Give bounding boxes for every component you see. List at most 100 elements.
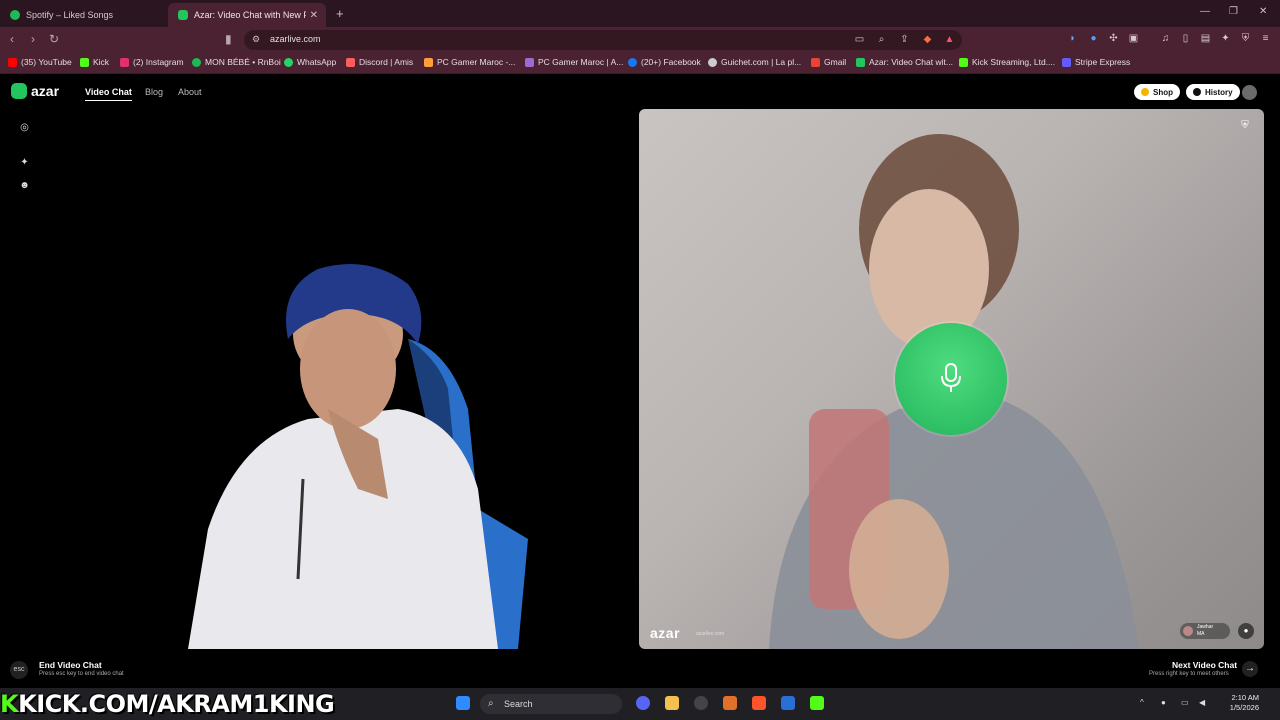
nav-about[interactable]: About — [178, 87, 202, 97]
tab-spotify[interactable]: Spotify – Liked Songs — [0, 3, 168, 27]
bookmark-item[interactable]: (20+) Facebook — [628, 57, 701, 67]
back-icon[interactable]: ‹ — [10, 32, 14, 46]
report-shield-icon[interactable]: ⛨ — [1238, 119, 1252, 133]
mic-tray-icon[interactable]: ● — [1161, 698, 1166, 707]
brave-icon[interactable] — [752, 696, 766, 710]
obs-icon[interactable] — [694, 696, 708, 710]
menu-icon[interactable]: ≡ — [1260, 33, 1271, 44]
end-hint: Press esc key to end video chat — [39, 671, 124, 677]
network-icon[interactable]: ▭ — [1181, 698, 1189, 707]
extensions-icon[interactable]: ✣ — [1108, 33, 1119, 44]
volume-icon[interactable]: ◀ — [1199, 698, 1205, 707]
close-window-icon[interactable]: ✕ — [1259, 6, 1267, 17]
shop-button[interactable]: Shop — [1134, 84, 1180, 100]
file-explorer-icon[interactable] — [665, 696, 679, 710]
discord-icon — [346, 57, 355, 67]
self-camera-feed — [188, 264, 528, 649]
reload-icon[interactable]: ↻ — [49, 32, 59, 46]
cast-icon[interactable]: ▭ — [854, 34, 865, 45]
peer-info-badge[interactable]: Jawhar MA — [1180, 623, 1230, 639]
sticker-icon[interactable]: ☻ — [19, 180, 30, 191]
profile-avatar[interactable] — [1242, 85, 1257, 100]
windows-start-icon[interactable] — [456, 696, 470, 710]
taskbar-clock[interactable]: 2:10 AM 1/5/2026 — [1219, 693, 1259, 713]
bookmark-item[interactable]: Azar: Video Chat wit... — [856, 57, 953, 67]
tab-search-icon[interactable]: ▤ — [1200, 33, 1211, 44]
kick-icon — [959, 57, 968, 67]
bookmark-item[interactable]: Guichet.com | La pl... — [708, 57, 801, 67]
bookmark-item[interactable]: Gmail — [811, 57, 846, 67]
microphone-button[interactable] — [895, 323, 1007, 435]
bookmark-item[interactable]: Discord | Amis — [346, 57, 413, 67]
effects-icon[interactable]: ✦ — [19, 157, 30, 168]
bookmark-item[interactable]: Stripe Express — [1062, 57, 1130, 67]
kick-url-text: KICK.COM/AKRAM1KING — [18, 690, 335, 718]
bookmark-label: Guichet.com | La pl... — [721, 57, 802, 67]
media-icon[interactable]: ♫ — [1160, 33, 1171, 44]
bookmark-label: Azar: Video Chat wit... — [869, 57, 953, 67]
azar-logo[interactable]: azar — [11, 83, 59, 99]
azar-logo-text: azar — [31, 83, 60, 99]
bookmark-label: (20+) Facebook — [641, 57, 701, 67]
search-icon: ⌕ — [488, 698, 494, 709]
new-tab-button[interactable]: + — [336, 6, 344, 21]
bookmark-item[interactable]: (35) YouTube — [8, 57, 72, 67]
bookmark-item[interactable]: (2) Instagram — [120, 57, 184, 67]
brave-rewards-icon[interactable]: ▲ — [944, 34, 955, 45]
search-placeholder: Search — [504, 699, 533, 709]
history-button[interactable]: History — [1186, 84, 1240, 100]
tab-azar[interactable]: Azar: Video Chat with New Pe ✕ — [168, 3, 326, 27]
chat-icon[interactable]: ● — [1238, 623, 1254, 639]
taskbar-search[interactable]: ⌕ Search — [480, 694, 622, 714]
facebook-icon — [628, 57, 637, 67]
bookmark-item[interactable]: Kick — [80, 57, 109, 67]
browser-toolbar: ‹ › ↻ ▮ ⚙ azarlive.com ▭ ⌕ ⇪ ◆ ▲ ◗ ● ✣ ▣… — [0, 27, 1280, 53]
video-chat-footer: esc End Video Chat Press esc key to end … — [0, 651, 1280, 687]
history-label: History — [1205, 87, 1233, 97]
extension-icon[interactable]: ◗ — [1067, 33, 1078, 44]
esc-key-button[interactable]: esc — [10, 661, 28, 679]
sidebar-icon[interactable]: ▯ — [1180, 33, 1191, 44]
end-video-chat-button[interactable]: End Video Chat — [39, 660, 102, 670]
bookmark-label: Kick Streaming, Ltd.... — [972, 57, 1056, 67]
minimize-icon[interactable]: — — [1200, 6, 1210, 17]
azar-icon — [856, 57, 865, 67]
guichet-icon — [708, 57, 717, 67]
kick-logo-letter: K — [0, 690, 19, 718]
nav-blog[interactable]: Blog — [145, 87, 163, 97]
wallet-icon[interactable]: ▣ — [1128, 33, 1139, 44]
vpn-icon[interactable]: ● — [1088, 33, 1099, 44]
microphone-icon — [941, 363, 961, 392]
stripe-icon — [1062, 57, 1071, 67]
brave-shield-icon[interactable]: ◆ — [922, 34, 933, 45]
zoom-icon[interactable]: ⌕ — [876, 34, 887, 45]
tray-chevron-icon[interactable]: ^ — [1140, 698, 1144, 707]
share-icon[interactable]: ⇪ — [899, 34, 910, 45]
bookmark-item[interactable]: PC Gamer Maroc | A... — [525, 57, 623, 67]
discord-icon[interactable] — [636, 696, 650, 710]
bookmark-item[interactable]: WhatsApp — [284, 57, 336, 67]
store-icon[interactable] — [781, 696, 795, 710]
restore-icon[interactable]: ❐ — [1229, 6, 1238, 17]
shield-icon[interactable]: ⛨ — [1240, 33, 1251, 44]
nav-video-chat[interactable]: Video Chat — [85, 87, 132, 101]
close-tab-icon[interactable]: ✕ — [310, 10, 318, 21]
kick-app-icon[interactable] — [810, 696, 824, 710]
peer-avatar — [1183, 626, 1193, 636]
azar-header: azar Video Chat Blog About Shop History — [0, 74, 1280, 108]
site-info-icon[interactable]: ⚙ — [252, 34, 260, 45]
forward-icon[interactable]: › — [31, 32, 35, 46]
next-video-chat-button[interactable]: Next Video Chat — [1172, 660, 1237, 670]
tab-title: Azar: Video Chat with New Pe — [194, 10, 306, 20]
leo-ai-icon[interactable]: ✦ — [1220, 33, 1231, 44]
address-bar[interactable]: ⚙ azarlive.com ▭ ⌕ ⇪ ◆ ▲ — [244, 30, 962, 50]
bookmark-item[interactable]: Kick Streaming, Ltd.... — [959, 57, 1055, 67]
bookmark-item[interactable]: MON BÉBÉ • RnBoi — [192, 57, 281, 67]
pc-gamer-icon — [424, 57, 433, 67]
bookmark-icon[interactable]: ▮ — [225, 32, 232, 46]
next-arrow-icon[interactable]: → — [1242, 661, 1258, 677]
self-video — [8, 109, 631, 649]
camera-settings-icon[interactable]: ◎ — [19, 122, 30, 133]
bookmark-item[interactable]: PC Gamer Maroc -... — [424, 57, 515, 67]
app-icon[interactable] — [723, 696, 737, 710]
